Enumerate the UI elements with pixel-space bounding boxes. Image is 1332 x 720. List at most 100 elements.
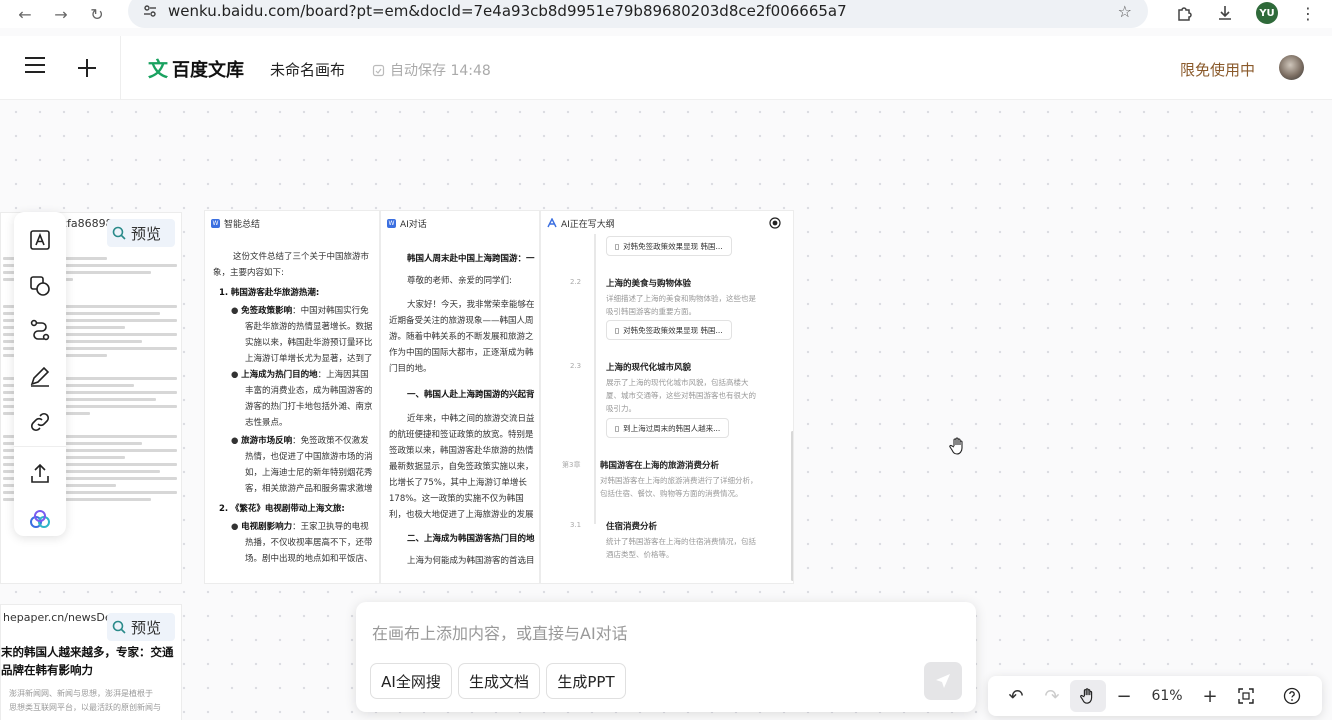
help-icon[interactable]: [1274, 680, 1310, 712]
url-text[interactable]: wenku.baidu.com/board?pt=em&docId=7e4a93…: [168, 2, 847, 20]
ai-web-search-button[interactable]: AI全网搜: [370, 663, 452, 699]
chat-card-title: AI对话: [400, 219, 427, 230]
site-settings-icon[interactable]: [142, 3, 158, 19]
ai-chat-card[interactable]: W AI对话 韩国人周末赴中国上海跨国游：一 尊敬的老师、亲爱的同学们: 大家好！…: [380, 210, 540, 584]
outline-desc-line: 详细描述了上海的美食和购物体验，这些也是: [606, 294, 756, 303]
summary-card[interactable]: W 智能总结 这份文件总结了三个关于中国旅游市 象，主要内容如下: 1. 韩国游客…: [204, 210, 380, 584]
outline-number: 2.3: [570, 362, 582, 370]
outline-number: 第3章: [562, 461, 581, 469]
bookmark-star-icon[interactable]: ☆: [1118, 2, 1132, 21]
chat-line: 最新数据显示，自免签政策实施以来，: [389, 462, 534, 472]
app-header: 文 百度文库 未命名画布 自动保存 14:48 限免使用中: [0, 36, 1332, 100]
outline-desc-line: 对韩国游客在上海的旅游消费进行了详细分析，: [600, 476, 758, 485]
shape-tool-icon[interactable]: [28, 274, 52, 298]
forward-icon[interactable]: →: [48, 2, 74, 26]
summary-section-number: 2.: [219, 504, 229, 514]
pen-tool-icon[interactable]: [28, 364, 52, 388]
outline-scrollbar[interactable]: [791, 431, 793, 581]
outline-timeline: [594, 234, 596, 524]
chat-line: 大家好！今天，我非常荣幸能够在: [407, 300, 535, 310]
doc-icon: ▯: [615, 423, 620, 433]
chat-line: 门目的地。: [389, 364, 432, 374]
free-use-badge[interactable]: 限免使用中: [1180, 59, 1255, 80]
wenku-logo-icon: 文: [148, 57, 168, 81]
outline-desc-line: 展示了上海的现代化城市风貌，包括高楼大: [606, 378, 749, 387]
generate-ppt-button[interactable]: 生成PPT: [546, 663, 626, 699]
cloud-save-icon: [372, 64, 385, 76]
send-button[interactable]: [924, 662, 962, 700]
summary-line: 志性景点。: [245, 418, 288, 428]
preview-label: 预览: [131, 224, 162, 243]
brand-name: 百度文库: [172, 60, 244, 81]
summary-line: 场。剧中出现的地点如和平饭店、: [245, 554, 373, 564]
user-avatar[interactable]: [1279, 55, 1304, 80]
outline-desc-line: 厦、城市交通等，这些对韩国游客也有很大的: [606, 391, 756, 400]
summary-line: 丰富的消费业态，成为韩国游客的: [245, 386, 373, 396]
zoom-out-icon[interactable]: −: [1106, 680, 1142, 712]
source-chip[interactable]: ▯ 对韩免签政策效果显现 韩国...: [606, 320, 732, 340]
preview-button[interactable]: 预览: [107, 219, 175, 247]
source-chip[interactable]: ▯ 到上海过周末的韩国人越来...: [606, 418, 730, 438]
chat-line: 178%。这一政策的实施不仅为韩国: [389, 494, 524, 504]
summary-line: 上海游订单增长尤为显著，达到了: [245, 354, 373, 364]
source-chip-label: 对韩免签政策效果显现 韩国...: [623, 241, 723, 251]
connector-tool-icon[interactable]: [28, 318, 52, 342]
pan-hand-icon[interactable]: [1070, 680, 1106, 712]
file-card-2[interactable]: hepaper.cn/newsDetail 预览 末的韩国人越来越多，专家：交通…: [0, 604, 182, 720]
summary-line: ：免签政策不仅激发: [292, 436, 369, 446]
menu-icon[interactable]: [24, 56, 46, 74]
summary-line: 象，主要内容如下:: [213, 268, 284, 278]
doc-title[interactable]: 未命名画布: [270, 59, 345, 80]
outline-title: 住宿消费分析: [606, 522, 658, 532]
fit-screen-icon[interactable]: [1228, 680, 1264, 712]
hand-cursor-icon: [949, 437, 963, 455]
browser-menu-icon[interactable]: ⋮: [1300, 4, 1316, 23]
chat-line: 近年来，中韩之间的旅游交流日益: [407, 414, 535, 424]
chat-line: 签政策以来，韩国游客赴华旅游的热情: [389, 446, 534, 456]
summary-card-header: W 智能总结: [205, 211, 379, 235]
extensions-icon[interactable]: [1176, 4, 1194, 22]
summary-line: 游客的热门打卡地包括外滩、南京: [245, 402, 373, 412]
outline-card-title: AI正在写大纲: [561, 219, 615, 230]
tool-rail: [14, 212, 66, 536]
chat-line: 游。随着中韩关系的不断发展和旅游之: [389, 332, 534, 342]
summary-section-title: 《繁花》电视剧带动上海文旅:: [230, 504, 345, 514]
app-icon[interactable]: [28, 508, 52, 532]
upload-icon[interactable]: [28, 462, 52, 486]
undo-icon[interactable]: ↶: [998, 680, 1034, 712]
summary-line: 热情，也促进了中国旅游市场的消: [245, 452, 373, 462]
outline-desc: 对韩国游客在上海的旅游消费进行了详细分析， 包括住宿、餐饮、购物等方面的消费情况。: [600, 474, 758, 500]
redo-icon[interactable]: ↷: [1034, 680, 1070, 712]
zoom-in-icon[interactable]: +: [1192, 680, 1228, 712]
snippet-line-2: 思想类互联网平台，以最活跃的原创新闻与: [9, 703, 161, 712]
summary-section-number: 1.: [219, 288, 229, 298]
snippet-line-1: 澎湃新闻网、新闻与思想，澎湃是植根于: [9, 689, 153, 698]
record-stop-icon[interactable]: [769, 217, 781, 229]
download-icon[interactable]: [1216, 4, 1234, 22]
chat-input[interactable]: 在画布上添加内容，或直接与AI对话: [372, 620, 628, 644]
doc-icon: ▯: [615, 241, 620, 251]
preview-search-icon: [112, 620, 126, 634]
preview-button[interactable]: 预览: [107, 613, 175, 641]
text-tool-icon[interactable]: [28, 228, 52, 252]
chat-line: 比增长了75%，其中上海游订单增长: [389, 478, 527, 488]
autosave-text: 自动保存 14:48: [390, 63, 491, 79]
headline-line-2: 品牌在韩有影响力: [1, 663, 93, 677]
preview-search-icon: [112, 226, 126, 240]
chat-section-title: 一、韩国人赴上海跨国游的兴起背: [407, 390, 535, 400]
brand-logo[interactable]: 文 百度文库: [148, 56, 244, 82]
outline-number: 2.2: [570, 278, 582, 286]
source-chip[interactable]: ▯ 对韩免签政策效果显现 韩国...: [606, 236, 732, 256]
reload-icon[interactable]: ↻: [84, 2, 110, 26]
summary-line: ：王家卫执导的电视: [292, 522, 369, 532]
back-icon[interactable]: ←: [12, 2, 38, 26]
link-tool-icon[interactable]: [28, 410, 52, 434]
send-icon: [936, 674, 950, 688]
profile-avatar[interactable]: YU: [1256, 2, 1278, 24]
summary-line: 这份文件总结了三个关于中国旅游市: [233, 252, 370, 262]
zoom-level[interactable]: 61%: [1142, 688, 1192, 704]
address-bar[interactable]: wenku.baidu.com/board?pt=em&docId=7e4a93…: [128, 0, 1148, 28]
source-chip-label: 到上海过周末的韩国人越来...: [623, 423, 721, 433]
generate-doc-button[interactable]: 生成文档: [458, 663, 540, 699]
add-icon[interactable]: [76, 57, 98, 79]
